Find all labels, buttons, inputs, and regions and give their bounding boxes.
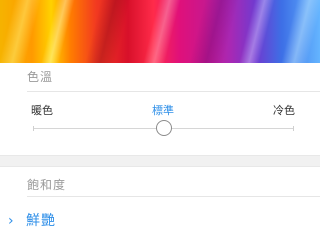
color-preview-image xyxy=(0,0,320,63)
color-temp-option-warm[interactable]: 暖色 xyxy=(31,102,53,118)
saturation-option-vivid[interactable]: › 鮮艷 xyxy=(8,212,56,230)
preview-sheen xyxy=(234,0,278,63)
slider-tick-end xyxy=(293,126,294,131)
divider xyxy=(27,91,320,92)
preview-sheen xyxy=(80,0,134,63)
preview-sheen xyxy=(184,0,242,63)
section-separator xyxy=(0,155,320,167)
color-temp-option-cool[interactable]: 冷色 xyxy=(273,102,295,118)
preview-sheen xyxy=(276,0,320,63)
color-temp-option-standard[interactable]: 標準 xyxy=(152,102,174,118)
saturation-option-label: 鮮艷 xyxy=(26,213,56,229)
chevron-right-icon: › xyxy=(8,213,14,229)
display-color-settings: 色溫 暖色 標準 冷色 飽和度 › 鮮艷 xyxy=(0,0,320,240)
divider xyxy=(27,196,320,197)
color-temperature-title: 色溫 xyxy=(27,70,54,84)
color-temperature-slider-thumb[interactable] xyxy=(155,120,172,136)
saturation-title: 飽和度 xyxy=(27,178,67,192)
slider-tick-start xyxy=(33,126,34,131)
preview-sheen xyxy=(138,0,184,63)
preview-sheen xyxy=(36,0,78,63)
preview-sheen xyxy=(0,0,44,63)
